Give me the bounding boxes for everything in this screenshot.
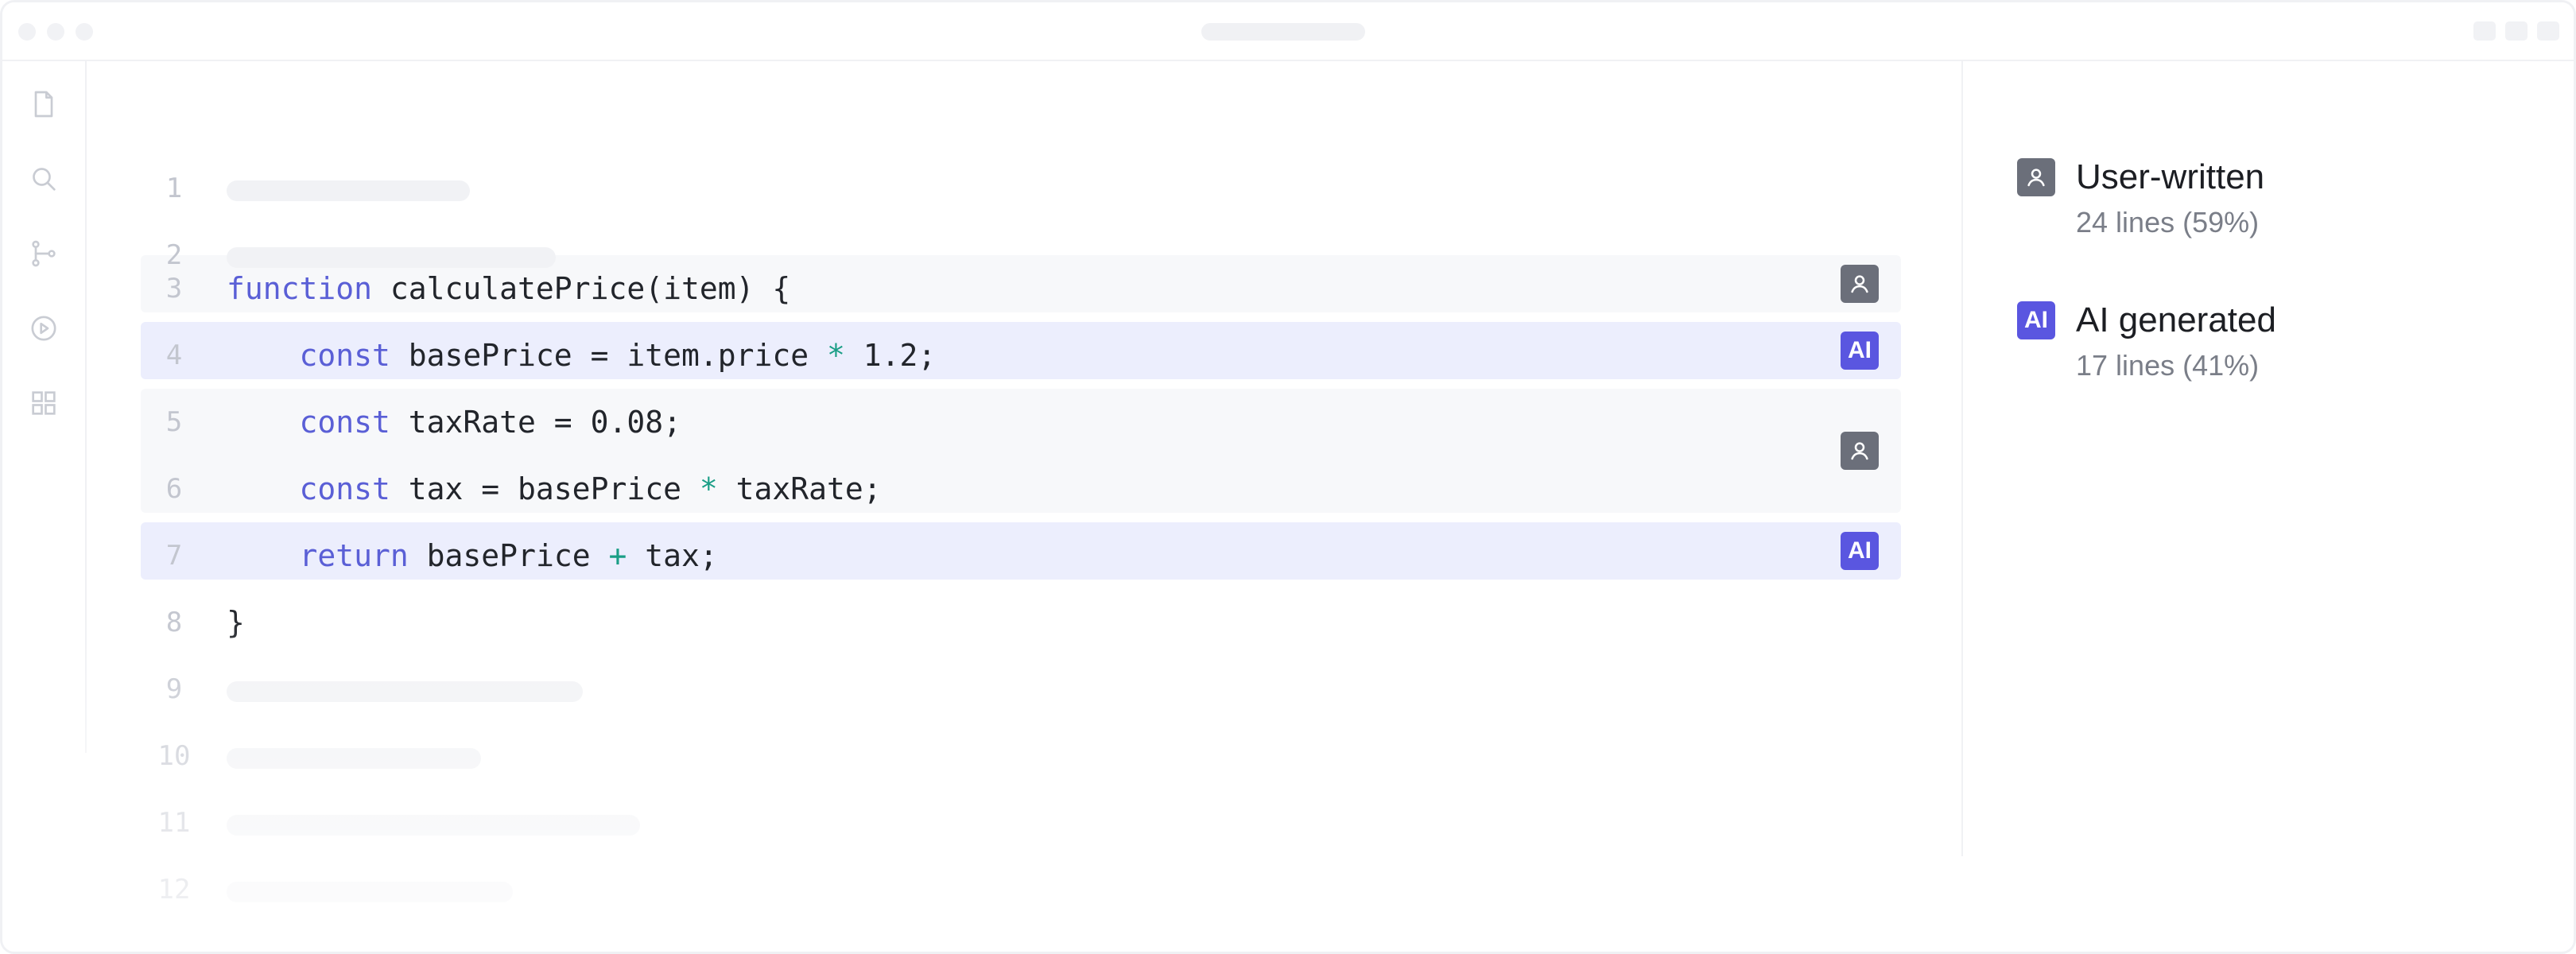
layout-control-3[interactable] [2537,21,2559,41]
run-icon[interactable] [28,312,60,344]
line-number: 1 [165,173,183,204]
code-operator: * [826,338,845,373]
file-icon[interactable] [28,88,60,120]
placeholder-code [227,748,481,769]
placeholder-code [227,180,470,201]
code-operator: + [608,538,627,573]
legend-ai-generated[interactable]: AI AI generated 17 lines (41%) [2017,301,2558,397]
line-number: 9 [165,673,183,705]
code-keyword: function [227,271,373,306]
line-number: 8 [165,607,183,638]
code-line: 3 function calculatePrice(item) { [87,255,1961,322]
code-text: function calculatePrice(item) { [227,255,790,322]
user-icon [1851,442,1868,460]
window-title-placeholder [1201,23,1365,41]
code-line: 8 } [87,589,1961,656]
code-line: 12 [87,856,1961,923]
code-line: 5 const taxRate = 0.08; [87,389,1961,456]
ai-legend-badge: AI [2017,301,2055,339]
line-number: 5 [165,406,183,438]
placeholder-code [227,681,583,702]
window-minimize-dot[interactable] [47,23,64,41]
line-number: 4 [165,339,183,371]
line-number: 11 [157,807,191,839]
code-operator: * [699,471,718,506]
editor-window: 1 2 3 function calculatePrice(item) { 4 … [0,0,2576,954]
code-text: const taxRate = 0.08; [227,389,681,456]
code-token: basePrice = item.price [390,338,827,373]
code-editor[interactable]: 1 2 3 function calculatePrice(item) { 4 … [87,61,1961,952]
attribution-panel: User-written 24 lines (59%) AI AI genera… [1961,61,2574,856]
code-line: 11 [87,789,1961,856]
activity-bar [2,61,87,753]
code-token: tax = basePrice [390,471,700,506]
code-token: } [227,605,245,640]
placeholder-code [227,815,640,836]
title-bar [2,2,2574,61]
ai-attribution-badge[interactable]: AI [1841,532,1879,570]
code-keyword: const [299,338,390,373]
user-attribution-badge[interactable] [1841,265,1879,303]
code-line: 4 const basePrice = item.price * 1.2; [87,322,1961,389]
code-token: calculatePrice(item) { [372,271,791,306]
legend-user-written[interactable]: User-written 24 lines (59%) [2017,157,2558,254]
code-line: 7 return basePrice + tax; [87,522,1961,589]
placeholder-code [227,882,513,902]
user-attribution-badge[interactable] [1841,432,1879,470]
line-number: 3 [165,273,183,304]
line-number: 10 [157,740,191,772]
extensions-icon[interactable] [28,387,60,419]
code-text: const tax = basePrice * taxRate; [227,456,882,522]
code-keyword: return [299,538,409,573]
legend-line-count: 17 lines (41%) [2076,349,2260,382]
code-text: const basePrice = item.price * 1.2; [227,322,937,389]
layout-control-2[interactable] [2505,21,2528,41]
window-close-dot[interactable] [18,23,36,41]
code-line: 1 [87,155,1961,222]
user-legend-badge [2017,158,2055,196]
line-number: 12 [157,874,191,906]
source-control-icon[interactable] [28,238,60,270]
code-token: tax; [627,538,718,573]
code-token: 1.2; [844,338,937,373]
user-icon [1851,275,1868,293]
line-number: 7 [165,540,183,572]
legend-label: User-written [2076,157,2265,196]
code-keyword: const [299,405,390,440]
code-token: taxRate; [717,471,882,506]
code-keyword: const [299,471,390,506]
code-line: 6 const tax = basePrice * taxRate; [87,456,1961,522]
legend-label: AI generated [2076,301,2276,339]
code-text: return basePrice + tax; [227,522,718,589]
search-icon[interactable] [28,163,60,195]
user-icon [2027,169,2045,187]
code-text: } [227,589,245,656]
window-maximize-dot[interactable] [76,23,93,41]
code-token: basePrice [408,538,609,573]
code-token: taxRate = 0.08; [390,405,681,440]
code-line: 10 [87,723,1961,789]
legend-line-count: 24 lines (59%) [2076,206,2260,238]
code-line: 9 [87,656,1961,723]
layout-control-1[interactable] [2473,21,2496,41]
line-number: 6 [165,473,183,505]
ai-attribution-badge[interactable]: AI [1841,332,1879,370]
